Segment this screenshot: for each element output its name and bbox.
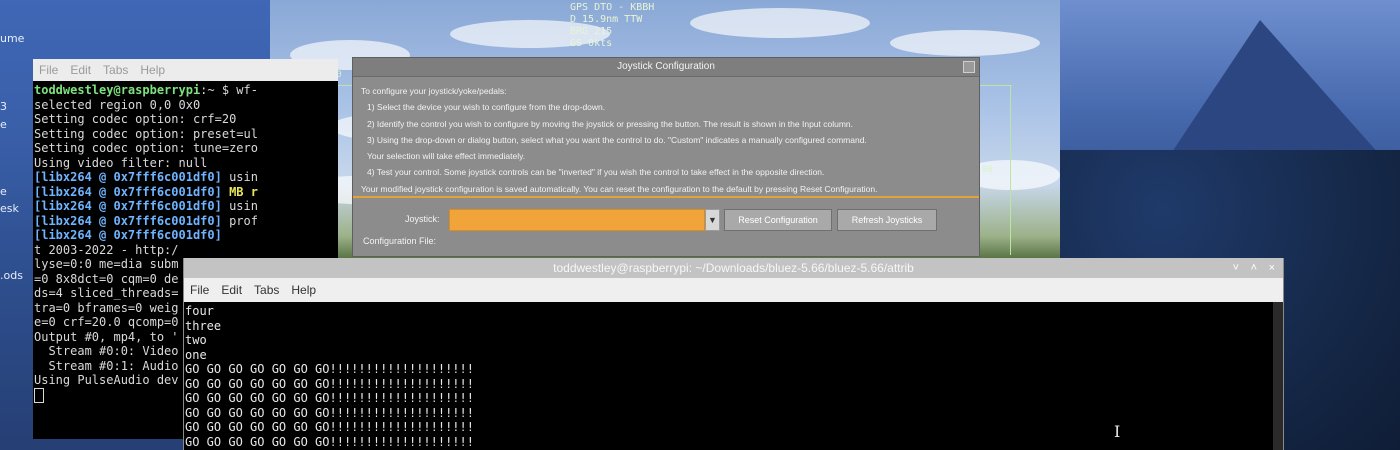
menu-file[interactable]: File [39, 63, 58, 77]
terminal-titlebar[interactable]: toddwestley@raspberrypi: ~/Downloads/blu… [184, 258, 1283, 278]
desktop-icon-label[interactable]: esk [0, 202, 19, 215]
output-line: GO GO GO GO GO GO GO!!!!!!!!!!!!!!!!!!!! [185, 420, 474, 434]
libx-tail: usin [221, 170, 258, 184]
refresh-joysticks-button[interactable]: Refresh Joysticks [837, 209, 937, 231]
text-cursor-icon: I [1114, 422, 1121, 441]
terminal-menubar: File Edit Tabs Help [184, 278, 1283, 302]
close-icon[interactable] [963, 61, 975, 73]
hud-tick [978, 85, 1012, 86]
output-line: Using PulseAudio dev [34, 373, 179, 387]
output-line: =0 8x8dct=0 cqm=0 de [34, 271, 179, 286]
instruction-line: To configure your joystick/yoke/pedals: [361, 86, 507, 96]
output-line: GO GO GO GO GO GO GO!!!!!!!!!!!!!!!!!!!! [185, 362, 474, 376]
chevron-down-icon[interactable]: ▼ [705, 209, 720, 231]
instruction-line: Your modified joystick configuration is … [361, 183, 878, 194]
output-line: Stream #0:1: Audio [34, 358, 179, 373]
cloud [890, 30, 1040, 56]
menu-file[interactable]: File [190, 283, 209, 297]
dialog-title: Joystick Configuration [617, 61, 715, 72]
maximize-icon[interactable]: ˄ [1251, 258, 1257, 278]
output-line: one [185, 347, 207, 362]
hud-distance-line: D 15.9nm TTW [570, 14, 643, 25]
minimize-icon[interactable]: ˅ [1233, 258, 1239, 278]
output-line: two [185, 333, 207, 347]
prompt-user: toddwestley@raspberrypi [34, 83, 201, 97]
menu-edit[interactable]: Edit [70, 63, 91, 77]
output-line: lyse=0:0 me=dia subm [34, 257, 179, 271]
instruction-line: 2) Identify the control you wish to conf… [367, 118, 854, 129]
joystick-label: Joystick: [405, 214, 440, 224]
menu-help[interactable]: Help [291, 283, 316, 297]
output-line: GO GO GO GO GO GO GO!!!!!!!!!!!!!!!!!!!! [185, 376, 474, 391]
desktop-icon-label[interactable]: e [0, 118, 7, 131]
menu-help[interactable]: Help [140, 63, 165, 77]
menu-tabs[interactable]: Tabs [103, 63, 128, 77]
dialog-separator [353, 196, 979, 198]
terminal-cursor [34, 387, 44, 403]
cloud [690, 8, 870, 38]
hud-gps-line: GPS DTO - KBBH [570, 2, 655, 13]
hud-groundspeed-line: GS 0kts [570, 38, 613, 49]
hud-alt-scale-label: 00 [982, 165, 993, 175]
joystick-config-dialog[interactable]: Joystick Configuration To configure your… [352, 57, 980, 257]
output-line: ds=4 sliced_threads= [34, 286, 179, 300]
libx-prefix: [libx264 @ 0x7fff6c001df0] [34, 170, 222, 184]
dialog-titlebar[interactable]: Joystick Configuration [353, 58, 979, 77]
libx-prefix: [libx264 @ 0x7fff6c001df0] [34, 184, 222, 199]
libx-tail: prof [221, 213, 258, 228]
output-line: selected region 0,0 0x0 [34, 97, 201, 112]
instruction-line: 1) Select the device your wish to config… [367, 102, 606, 113]
output-line: e=0 crf=20.0 qcomp=0 [34, 315, 179, 329]
terminal-window-front[interactable]: toddwestley@raspberrypi: ~/Downloads/blu… [183, 258, 1284, 450]
instruction-line: Your selection will take effect immediat… [367, 151, 526, 162]
joystick-dropdown[interactable] [449, 209, 705, 231]
menu-edit[interactable]: Edit [221, 283, 242, 297]
desktop-icon-label[interactable]: ume [0, 32, 24, 45]
desktop-icons-column: ume 3 e e esk .ods [0, 0, 34, 450]
output-line: three [185, 318, 222, 333]
dialog-instructions: To configure your joystick/yoke/pedals: … [353, 77, 979, 197]
output-line: Setting codec option: preset=ul [34, 126, 258, 141]
close-icon[interactable]: × [1269, 258, 1275, 278]
desktop-icon-label[interactable]: e [0, 185, 7, 198]
menu-tabs[interactable]: Tabs [254, 283, 279, 297]
hud-altitude-tape [1010, 85, 1011, 255]
output-line: Using video filter: null [34, 155, 208, 170]
libx-tail: MB r [221, 184, 258, 199]
desktop-icon-label[interactable]: 3 [0, 100, 7, 113]
output-line: t 2003-2022 - http:/ [34, 242, 179, 257]
libx-prefix: [libx264 @ 0x7fff6c001df0] [34, 228, 222, 242]
output-line: Setting codec option: crf=20 [34, 112, 237, 126]
joystick-select-row: Joystick: ▼ Reset Configuration Refresh … [353, 208, 979, 231]
output-line: GO GO GO GO GO GO GO!!!!!!!!!!!!!!!!!!!! [185, 434, 474, 449]
terminal-scrollbar[interactable] [1273, 302, 1283, 450]
prompt-command: :~ $ wf- [200, 83, 258, 97]
hud-nav-readout: GPS DTO - KBBH D 15.9nm TTW BRG 215 GS 0… [570, 2, 654, 50]
output-line: Output #0, mp4, to ' [34, 329, 179, 344]
libx-tail: usin [221, 199, 258, 213]
output-line: Stream #0:0: Video [34, 344, 179, 358]
instruction-line: 3) Using the drop-down or dialog button,… [367, 134, 867, 145]
terminal-title: toddwestley@raspberrypi: ~/Downloads/blu… [553, 261, 914, 275]
libx-prefix: [libx264 @ 0x7fff6c001df0] [34, 213, 222, 228]
reset-configuration-button[interactable]: Reset Configuration [724, 209, 832, 231]
output-line: tra=0 bframes=0 weig [34, 300, 179, 315]
hud-bearing-line: BRG 215 [570, 26, 613, 37]
output-line: Setting codec option: tune=zero [34, 141, 258, 155]
config-file-label: Configuration File: [363, 236, 437, 246]
instruction-line: 4) Test your control. Some joystick cont… [367, 167, 825, 178]
output-line: GO GO GO GO GO GO GO!!!!!!!!!!!!!!!!!!!! [185, 391, 474, 405]
libx-prefix: [libx264 @ 0x7fff6c001df0] [34, 199, 222, 213]
output-line: four [185, 304, 214, 318]
output-line: GO GO GO GO GO GO GO!!!!!!!!!!!!!!!!!!!! [185, 405, 474, 420]
terminal-menubar: File Edit Tabs Help [33, 59, 338, 81]
desktop-icon-label[interactable]: .ods [0, 269, 23, 282]
